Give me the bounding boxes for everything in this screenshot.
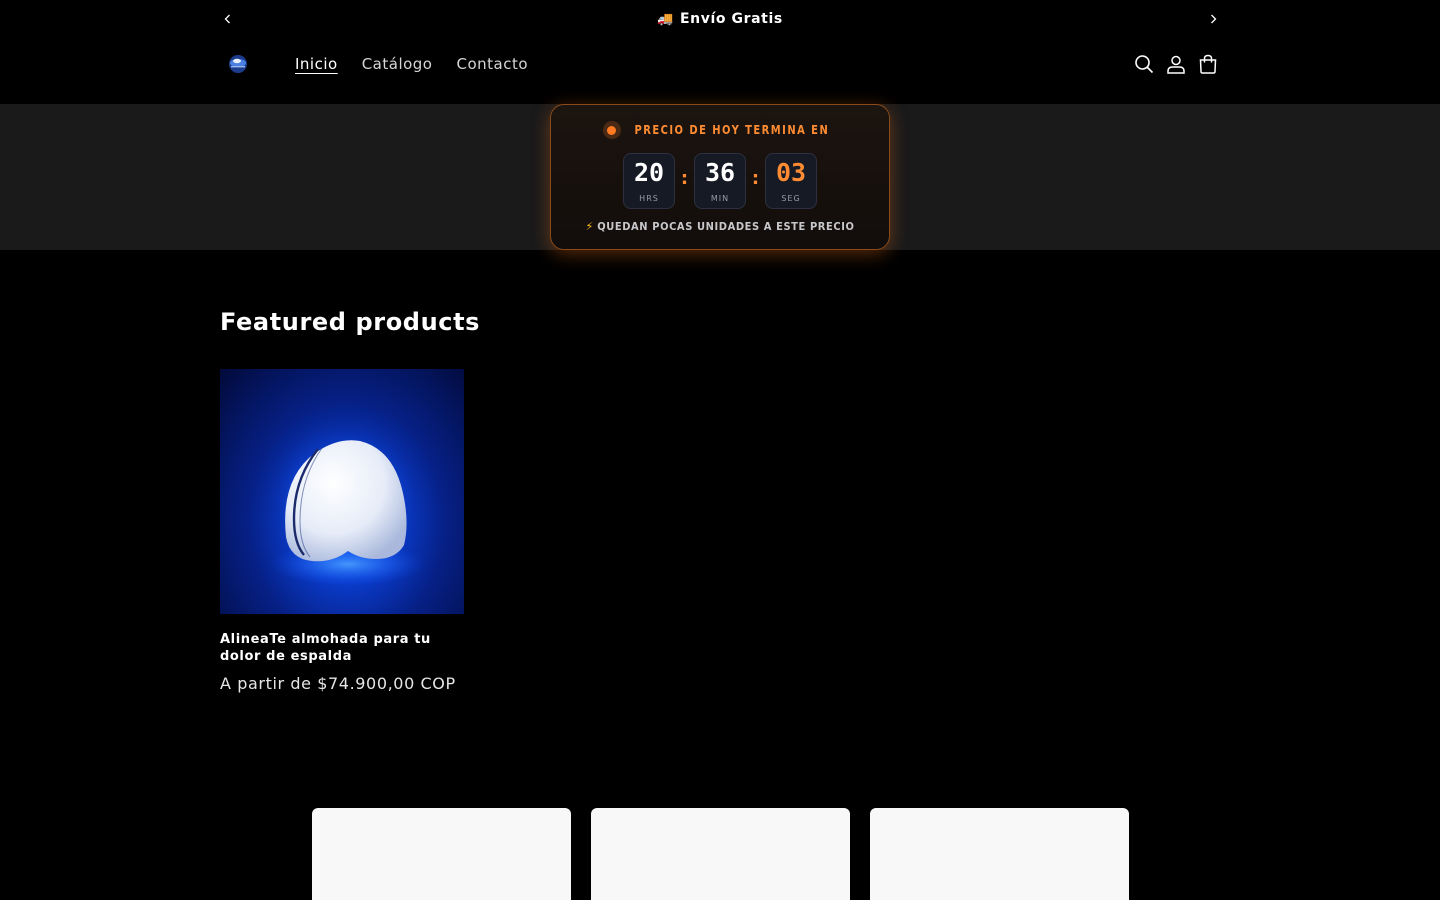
truck-icon: 🚚 <box>657 11 674 27</box>
seconds-box: 03 SEG <box>765 153 817 209</box>
featured-title: Featured products <box>220 308 481 336</box>
announcement-next-button[interactable] <box>1201 0 1225 38</box>
product-name[interactable]: AlineaTe almohada para tu dolor de espal… <box>220 631 464 665</box>
main-nav: Inicio Catálogo Contacto <box>283 50 540 78</box>
product-image[interactable] <box>220 369 464 614</box>
countdown-heading: PRECIO DE HOY TERMINA EN <box>551 121 889 139</box>
content-tile-2 <box>591 808 850 900</box>
header-icons <box>1128 50 1224 78</box>
store-logo[interactable] <box>226 52 250 76</box>
countdown-footer-text: QUEDAN POCAS UNIDADES A ESTE PRECIO <box>597 220 855 233</box>
product-price: A partir de $74.900,00 COP <box>220 674 456 693</box>
cart-icon <box>1199 54 1217 74</box>
announcement-text: Envío Gratis <box>679 11 783 27</box>
hours-label: HRS <box>639 194 659 203</box>
account-button[interactable] <box>1160 50 1192 78</box>
minutes-value: 36 <box>704 158 736 187</box>
search-icon <box>1135 55 1154 74</box>
seconds-value: 03 <box>775 158 807 187</box>
account-icon <box>1167 55 1185 74</box>
countdown-heading-text: PRECIO DE HOY TERMINA EN <box>634 123 829 137</box>
product-card[interactable]: AlineaTe almohada para tu dolor de espal… <box>220 369 464 693</box>
seconds-label: SEG <box>781 194 801 203</box>
nav-catalogo[interactable]: Catálogo <box>350 55 445 73</box>
chevron-left-icon <box>224 14 230 24</box>
announcement-bar: 🚚 Envío Gratis <box>0 0 1440 38</box>
minutes-label: MIN <box>710 194 730 203</box>
countdown-footer: ⚡ QUEDAN POCAS UNIDADES A ESTE PRECIO <box>551 220 889 233</box>
hours-box: 20 HRS <box>623 153 675 209</box>
cart-button[interactable] <box>1192 50 1224 78</box>
minutes-box: 36 MIN <box>694 153 746 209</box>
hours-value: 20 <box>633 158 665 187</box>
countdown-timer: PRECIO DE HOY TERMINA EN 20 HRS : 36 MIN… <box>550 104 890 250</box>
announcement-message: 🚚 Envío Gratis <box>520 0 920 38</box>
live-dot-icon <box>602 121 621 139</box>
pillow-icon <box>270 427 426 586</box>
content-tile-3 <box>870 808 1129 900</box>
site-header: Inicio Catálogo Contacto <box>0 38 1440 104</box>
separator: : <box>751 167 760 189</box>
search-button[interactable] <box>1128 50 1160 78</box>
logo-icon <box>229 55 247 73</box>
chevron-right-icon <box>1211 14 1217 24</box>
nav-inicio[interactable]: Inicio <box>283 55 350 73</box>
lightning-icon: ⚡ <box>585 220 594 233</box>
nav-contacto[interactable]: Contacto <box>445 55 541 73</box>
separator: : <box>680 167 689 189</box>
announcement-prev-button[interactable] <box>216 0 240 38</box>
content-tile-1 <box>312 808 571 900</box>
countdown-digits: 20 HRS : 36 MIN : 03 SEG <box>623 153 817 209</box>
